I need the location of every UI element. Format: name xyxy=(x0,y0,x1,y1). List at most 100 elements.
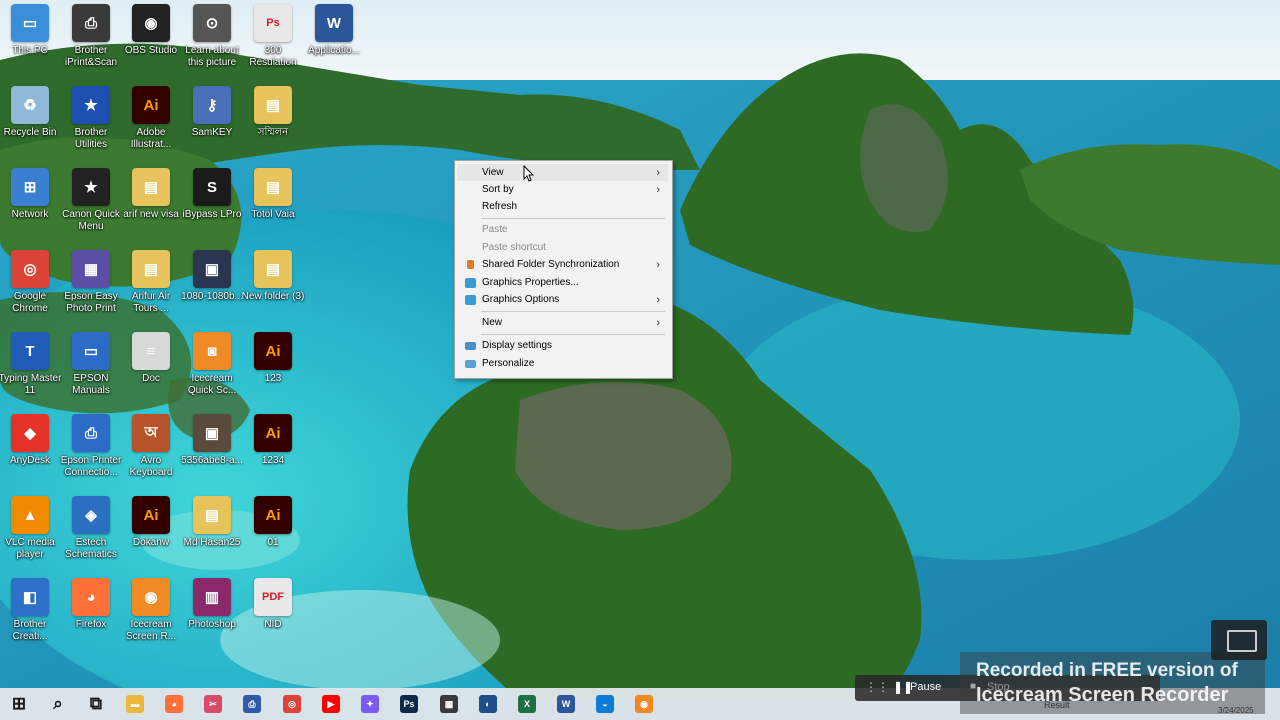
taskbar-button-file-explorer[interactable]: ▬ xyxy=(119,688,151,720)
menu-item-graphics-properties[interactable]: Graphics Properties... xyxy=(457,274,668,291)
menu-item-new[interactable]: New › xyxy=(457,314,668,331)
desktop-icon[interactable]: ▤ Md Hasan25 xyxy=(182,492,242,574)
menu-item-sort-by[interactable]: Sort by › xyxy=(457,181,668,198)
desktop-icon[interactable]: Ai 01 xyxy=(243,492,303,574)
desktop-icon-label: Recycle Bin xyxy=(3,127,57,138)
menu-item-graphics-options[interactable]: Graphics Options › xyxy=(457,291,668,308)
desktop-icon[interactable]: Ai Adobe Illustrat... xyxy=(121,82,181,164)
desktop-icon[interactable]: Ps 300 Resulation xyxy=(243,0,303,82)
desktop-icon[interactable]: Ai Dokanw xyxy=(121,492,181,574)
desktop-icon[interactable]: W Applicatio... xyxy=(304,0,364,82)
menu-item-label: Paste xyxy=(482,224,508,235)
desktop-icon-label: Brother Utilities xyxy=(74,127,108,150)
menu-item-shared-folder-sync[interactable]: Shared Folder Synchronization › xyxy=(457,256,668,273)
desktop-icon[interactable]: ▤ Totol Vaia xyxy=(243,164,303,246)
taskbar-button-photoshop[interactable]: Ps xyxy=(393,688,425,720)
desktop-icon[interactable]: ▤ Arifur Air Tours ... xyxy=(121,246,181,328)
taskbar-button-copilot[interactable]: ✦ xyxy=(354,688,386,720)
taskbar-button-word[interactable]: W xyxy=(550,688,582,720)
desktop-icon[interactable]: ⚷ SamKEY xyxy=(182,82,242,164)
desktop-icon[interactable]: ⎙ Epson Printer Connectio... xyxy=(61,410,121,492)
desktop-icon[interactable]: ★ Brother Utilities xyxy=(61,82,121,164)
taskbar-button-excel[interactable]: X xyxy=(511,688,543,720)
menu-separator xyxy=(481,334,665,335)
chrome-icon: ◎ xyxy=(11,250,49,288)
folder-icon: ▤ xyxy=(132,250,170,288)
menu-item-label: Display settings xyxy=(482,340,553,351)
tray-date: 3/24/2025 xyxy=(1218,706,1254,715)
desktop-icon[interactable]: ◧ Brother Creati... xyxy=(0,574,60,656)
desktop-icon[interactable]: ⊞ Network xyxy=(0,164,60,246)
menu-item-refresh[interactable]: Refresh xyxy=(457,198,668,215)
desktop-icon[interactable]: ⎙ Brother iPrint&Scan xyxy=(61,0,121,82)
menu-item-paste-shortcut[interactable]: Paste shortcut xyxy=(457,239,668,256)
taskbar-button-chrome[interactable]: ◎ xyxy=(276,688,308,720)
start-button: ⊞ xyxy=(11,694,27,713)
desktop-icon-label: Epson Easy Photo Print xyxy=(64,291,118,314)
desktop-icon[interactable]: ▥ Photoshop xyxy=(182,574,242,656)
desktop-icon[interactable]: ◎ Google Chrome xyxy=(0,246,60,328)
edge-icon: ◒ xyxy=(596,695,614,713)
desktop-icon[interactable]: Ai 123 xyxy=(243,328,303,410)
desktop-icon[interactable]: ▤ সম্মিলন xyxy=(243,82,303,164)
desktop-icon[interactable]: ▣ 1080-1080b... xyxy=(181,246,243,328)
desktop-icon[interactable]: অ Avro Keyboard xyxy=(121,410,181,492)
pause-button[interactable]: Pause xyxy=(910,681,941,693)
menu-item-personalize[interactable]: Personalize xyxy=(457,355,668,372)
desktop-icon[interactable]: PDF NID xyxy=(243,574,303,656)
scanner-icon: ⎙ xyxy=(243,695,261,713)
intel-graphics-icon xyxy=(465,294,476,305)
taskbar-button-search[interactable]: ⌕ xyxy=(42,688,74,720)
menu-item-view[interactable]: View › xyxy=(457,164,668,181)
desktop-icon[interactable]: ◉ OBS Studio xyxy=(121,0,181,82)
watermark-line2: Icecream Screen Recorder xyxy=(976,684,1229,706)
menu-item-paste[interactable]: Paste xyxy=(457,221,668,238)
taskbar-button-youtube[interactable]: ▶ xyxy=(315,688,347,720)
copilot-icon: ✦ xyxy=(361,695,379,713)
image-file-icon: ▣ xyxy=(193,414,231,452)
desktop-icon[interactable]: ▦ Epson Easy Photo Print xyxy=(61,246,121,328)
chevron-right-icon: › xyxy=(656,316,660,329)
taskbar-button-firefox[interactable]: ◕ xyxy=(158,688,190,720)
desktop-icon[interactable]: ◈ Estech Schematics xyxy=(61,492,121,574)
desktop-icon[interactable]: ★ Canon Quick Menu xyxy=(61,164,121,246)
desktop-icon[interactable]: SiBypass LPro xyxy=(182,164,242,246)
taskbar-button-task-view[interactable]: ⧉ xyxy=(80,688,112,720)
desktop-icon[interactable]: ▤ New folder (3) xyxy=(241,246,305,328)
recorder-minimized-panel[interactable] xyxy=(1211,620,1267,660)
desktop-icon[interactable]: ▣ 5356abe8-a... xyxy=(181,410,243,492)
desktop-icon[interactable]: ▤ arif new visa xyxy=(121,164,181,246)
taskbar-button-start-button[interactable]: ⊞ xyxy=(3,688,35,720)
desktop-icon-label: New folder (3) xyxy=(241,291,305,302)
drag-handle-icon[interactable]: ⋮⋮ xyxy=(865,680,889,694)
desktop-icon-label: 1080-1080b... xyxy=(181,291,243,302)
desktop-icon[interactable]: ▭ This PC xyxy=(0,0,60,82)
desktop-icon[interactable]: ◙ Icecream Quick Sc... xyxy=(182,328,242,410)
desktop-icon[interactable]: ◕ Firefox xyxy=(61,574,121,656)
menu-item-display-settings[interactable]: Display settings xyxy=(457,337,668,354)
desktop-icon[interactable]: T Typing Master 11 xyxy=(0,328,62,410)
chevron-right-icon: › xyxy=(656,183,660,196)
desktop-icon[interactable]: ◆ AnyDesk xyxy=(0,410,60,492)
desktop-icon-label: VLC media player xyxy=(5,537,55,560)
folder-icon: ▤ xyxy=(193,496,231,534)
desktop-icon[interactable]: ▲ VLC media player xyxy=(0,492,60,574)
desktop-icon[interactable]: ⊙ Learn about this picture xyxy=(182,0,242,82)
desktop-icon-label: Epson Printer Connectio... xyxy=(60,455,122,478)
desktop-icon[interactable]: Ai 1234 xyxy=(243,410,303,492)
illustrator-icon: Ai xyxy=(132,86,170,124)
taskbar-button-edge[interactable]: ◒ xyxy=(589,688,621,720)
desktop-icon[interactable]: ◉ Icecream Screen R... xyxy=(121,574,181,656)
folder-icon: ▤ xyxy=(254,86,292,124)
desktop-icon[interactable]: ▭ EPSON Manuals xyxy=(61,328,121,410)
desktop-icon-label: Typing Master 11 xyxy=(0,373,62,396)
taskbar-button-scanner[interactable]: ⎙ xyxy=(236,688,268,720)
desktop-icon[interactable]: ♻ Recycle Bin xyxy=(0,82,60,164)
brother-creative-icon: ◧ xyxy=(11,578,49,616)
taskbar-button-snipping-tool[interactable]: ✂ xyxy=(197,688,229,720)
desktop-icon[interactable]: ≡ Doc xyxy=(121,328,181,410)
photoshop-icon: Ps xyxy=(400,695,418,713)
taskbar-button-calculator[interactable]: ▦ xyxy=(433,688,465,720)
taskbar-button-media-creation[interactable]: ◐ xyxy=(472,688,504,720)
taskbar-button-icecream-recorder[interactable]: ◉ xyxy=(628,688,660,720)
